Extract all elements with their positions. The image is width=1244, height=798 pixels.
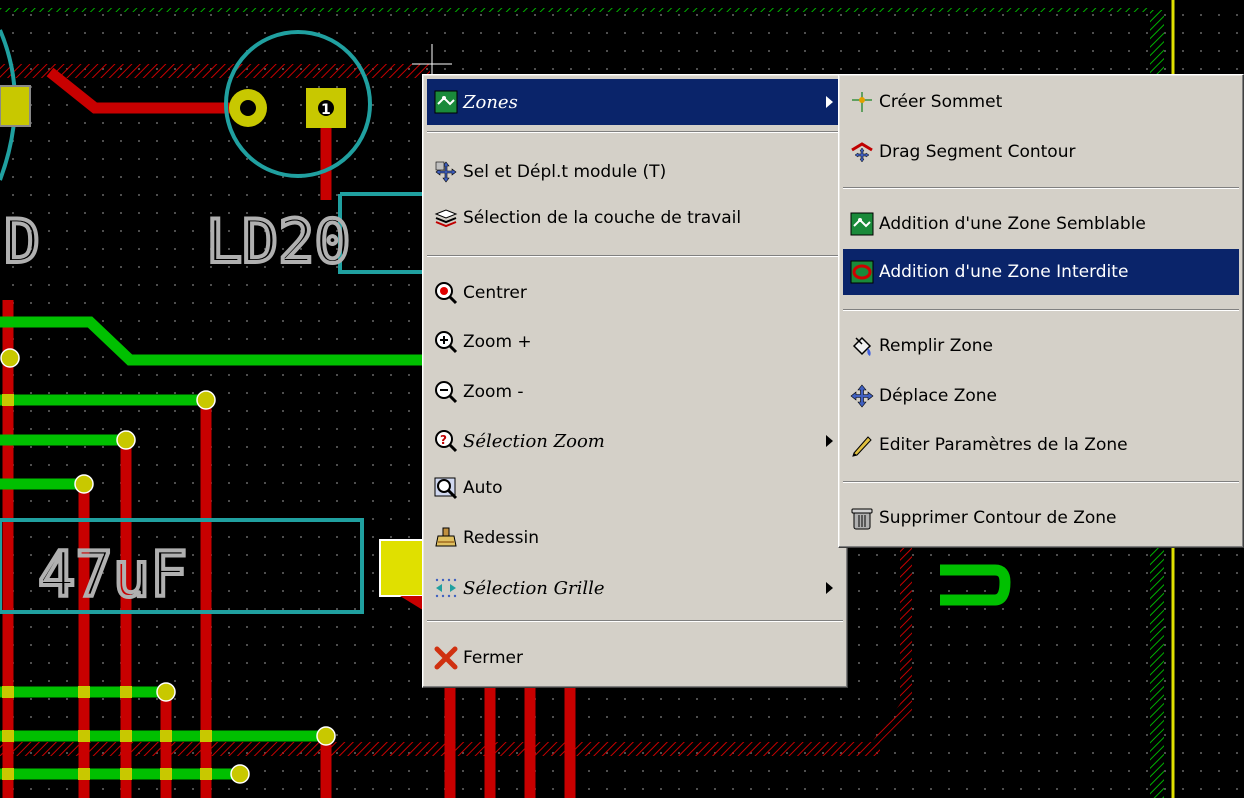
menu-item-create-vertex[interactable]: Créer Sommet: [843, 79, 1239, 125]
svg-text:D: D: [4, 207, 40, 277]
zoom-auto-icon: [433, 475, 459, 501]
fill-zone-icon: [849, 333, 875, 359]
add-keepout-zone-icon: [849, 259, 875, 285]
pad-j: [379, 539, 425, 597]
menu-item-label: Sel et Dépl.t module (T): [463, 162, 667, 182]
menu-item-label: Sélection Zoom: [463, 430, 605, 452]
menu-item-zoom-out[interactable]: Zoom -: [427, 369, 843, 415]
center-icon: [433, 280, 459, 306]
menu-item-drag-segment[interactable]: Drag Segment Contour: [843, 129, 1239, 175]
menu-item-label: Zoom +: [463, 332, 532, 352]
menu-item-label: Fermer: [463, 648, 524, 668]
redraw-icon: [433, 525, 459, 551]
move-module-icon: [433, 159, 459, 185]
menu-item-zones[interactable]: Zones: [427, 79, 843, 125]
menu-item-delete-zone-outline[interactable]: Supprimer Contour de Zone: [843, 495, 1239, 541]
edit-zone-params-icon: [849, 432, 875, 458]
menu-item-add-keepout-zone[interactable]: Addition d'une Zone Interdite: [843, 249, 1239, 295]
context-menu: Zones Sel et Dépl.t module (T) Sélection…: [422, 74, 848, 688]
create-vertex-icon: [849, 89, 875, 115]
zone-outline-top-green: [0, 8, 1150, 12]
menu-item-label: Centrer: [463, 283, 527, 303]
svg-text:1: 1: [321, 102, 331, 118]
zones-icon: [433, 89, 459, 115]
zoom-out-icon: [433, 379, 459, 405]
menu-item-label: Zoom -: [463, 382, 524, 402]
menu-separator: [843, 309, 1239, 311]
menu-separator: [427, 255, 843, 257]
menu-item-redraw[interactable]: Redessin: [427, 515, 843, 561]
menu-item-auto[interactable]: Auto: [427, 465, 843, 511]
menu-item-zoom-in[interactable]: Zoom +: [427, 319, 843, 365]
menu-item-label: Drag Segment Contour: [879, 142, 1076, 162]
move-zone-icon: [849, 383, 875, 409]
menu-item-fill-zone[interactable]: Remplir Zone: [843, 323, 1239, 369]
menu-item-label: Zones: [463, 91, 518, 113]
menu-item-zoom-select[interactable]: ? Sélection Zoom: [427, 418, 843, 464]
menu-item-label: Créer Sommet: [879, 92, 1003, 112]
label-47uf: 47uF: [38, 538, 187, 611]
zones-submenu: Créer Sommet Drag Segment Contour Additi…: [838, 74, 1244, 548]
menu-item-close[interactable]: Fermer: [427, 635, 843, 681]
menu-item-select-layer[interactable]: Sélection de la couche de travail: [427, 195, 843, 241]
label-ld20: LD20: [206, 207, 351, 277]
zoom-select-icon: ?: [433, 428, 459, 454]
menu-item-label: Auto: [463, 478, 503, 498]
svg-text:2: 2: [242, 102, 252, 118]
menu-item-label: Remplir Zone: [879, 336, 993, 356]
menu-separator: [427, 131, 843, 133]
submenu-arrow-icon: [826, 435, 833, 447]
submenu-arrow-icon: [826, 582, 833, 594]
menu-item-label: Sélection de la couche de travail: [463, 208, 742, 228]
pad-left-partial: [0, 85, 31, 127]
menu-item-add-similar-zone[interactable]: Addition d'une Zone Semblable: [843, 201, 1239, 247]
svg-text:?: ?: [440, 433, 447, 447]
menu-item-label: Sélection Grille: [463, 577, 605, 599]
menu-item-label: Addition d'une Zone Interdite: [879, 262, 1129, 282]
grid-icon: [433, 575, 459, 601]
menu-separator: [843, 187, 1239, 189]
menu-item-center[interactable]: Centrer: [427, 270, 843, 316]
submenu-arrow-icon: [826, 96, 833, 108]
menu-item-move-zone[interactable]: Déplace Zone: [843, 373, 1239, 419]
zone-outline-bottom: [0, 742, 880, 756]
menu-separator: [843, 481, 1239, 483]
drag-segment-icon: [849, 139, 875, 165]
menu-item-label: Supprimer Contour de Zone: [879, 508, 1117, 528]
menu-item-move-module[interactable]: Sel et Dépl.t module (T): [427, 149, 843, 195]
menu-item-label: Redessin: [463, 528, 539, 548]
menu-separator: [427, 620, 843, 622]
menu-item-label: Déplace Zone: [879, 386, 997, 406]
add-similar-zone-icon: [849, 211, 875, 237]
delete-zone-outline-icon: [849, 505, 875, 531]
zone-outline-corner: [872, 548, 912, 742]
menu-item-label: Addition d'une Zone Semblable: [879, 214, 1146, 234]
close-icon: [433, 645, 459, 671]
menu-item-edit-zone-params[interactable]: Editer Paramètres de la Zone: [843, 422, 1239, 468]
layers-icon: [433, 205, 459, 231]
menu-item-grid-select[interactable]: Sélection Grille: [427, 565, 843, 611]
menu-item-label: Editer Paramètres de la Zone: [879, 435, 1128, 455]
zoom-in-icon: [433, 329, 459, 355]
